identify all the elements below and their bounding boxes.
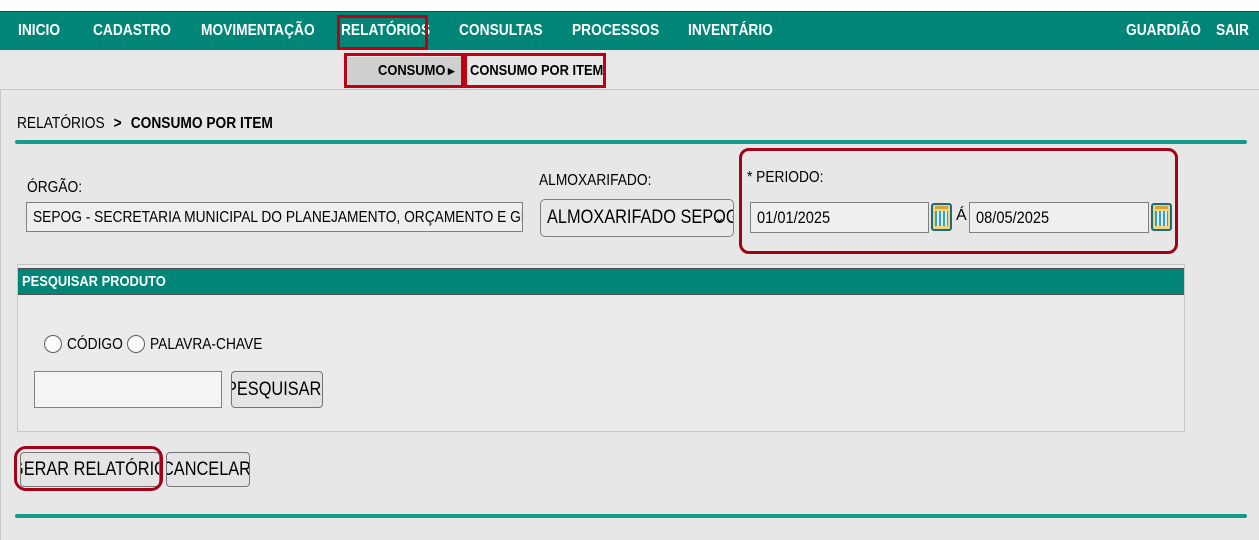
radio-codigo-label[interactable]: CÓDIGO [67, 336, 132, 354]
highlight-frame-consumo [344, 53, 464, 88]
search-product-header: PESQUISAR PRODUTO [18, 268, 1184, 295]
almoxarifado-label: ALMOXARIFADO: [539, 172, 652, 189]
search-input[interactable] [34, 371, 222, 408]
nav-cadastro[interactable]: CADASTRO [93, 12, 184, 50]
nav-inventario[interactable]: INVENTÁRIO [688, 12, 787, 50]
highlight-frame-relatorios [337, 15, 428, 50]
highlight-frame-gerar-relatorio [14, 446, 163, 491]
nav-inicio[interactable]: INICIO [18, 12, 67, 50]
radio-palavra-chave-label[interactable]: PALAVRA-CHAVE [150, 336, 281, 354]
radio-codigo[interactable] [44, 335, 62, 353]
submenu-bar: CONSUMO ▸ CONSUMO POR ITEM [0, 50, 1259, 90]
highlight-frame-periodo [739, 148, 1178, 254]
breadcrumb: RELATÓRIOS > CONSUMO POR ITEM [17, 115, 315, 133]
divider-bottom [15, 514, 1247, 518]
breadcrumb-current: CONSUMO POR ITEM [130, 115, 273, 132]
search-product-panel: PESQUISAR PRODUTO CÓDIGO PALAVRA-CHAVE P… [17, 264, 1185, 432]
nav-movimentacao[interactable]: MOVIMENTAÇÃO [201, 12, 333, 50]
radio-palavra-chave[interactable] [127, 335, 145, 353]
main-navigation: INICIO CADASTRO MOVIMENTAÇÃO RELATÓRIOS … [0, 11, 1259, 50]
chevron-down-icon: ⌄ [714, 210, 725, 225]
pesquisar-button[interactable]: PESQUISAR [231, 371, 323, 408]
orgao-label: ÓRGÃO: [27, 179, 83, 196]
nav-consultas[interactable]: CONSULTAS [459, 12, 556, 50]
breadcrumb-parent[interactable]: RELATÓRIOS [17, 115, 105, 132]
almoxarifado-select[interactable]: ALMOXARIFADO SEPOG ⌄ [540, 199, 734, 237]
nav-sair[interactable]: SAIR [1216, 12, 1254, 50]
highlight-frame-consumo-por-item [464, 53, 606, 88]
orgao-field: SEPOG - SECRETARIA MUNICIPAL DO PLANEJAM… [26, 202, 523, 232]
nav-guardiao[interactable]: GUARDIÃO [1126, 12, 1213, 50]
cancelar-button[interactable]: CANCELAR [166, 452, 250, 487]
nav-processos[interactable]: PROCESSOS [572, 12, 673, 50]
breadcrumb-separator: > [113, 115, 122, 132]
divider-top [15, 140, 1247, 144]
